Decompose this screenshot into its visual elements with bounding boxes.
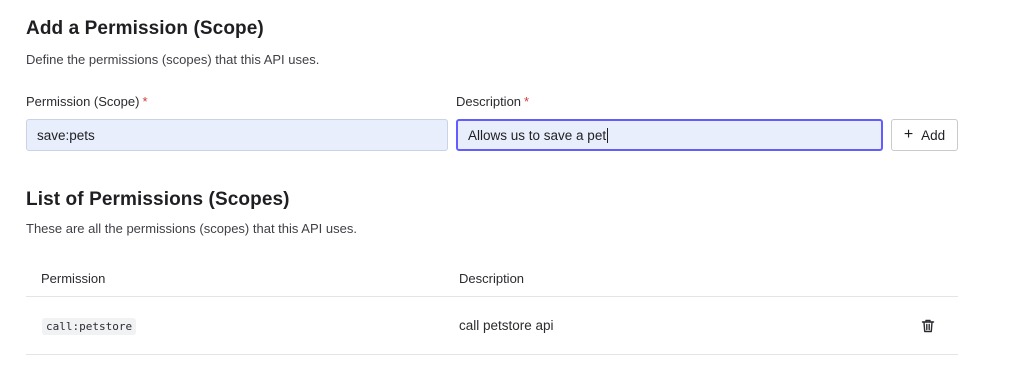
required-marker: * [142,94,148,109]
add-button[interactable]: + Add [891,119,958,151]
required-marker: * [524,94,530,109]
scope-label: Permission (Scope) * [26,94,148,109]
add-permission-title: Add a Permission (Scope) [26,18,264,39]
text-caret [607,127,609,143]
list-permissions-title: List of Permissions (Scopes) [26,189,290,210]
permission-description: call petstore api [459,318,554,333]
description-label: Description * [456,94,529,109]
plus-icon: + [903,126,914,143]
list-permissions-subtitle: These are all the permissions (scopes) t… [26,221,357,236]
scope-input-value: save:pets [37,127,95,143]
description-input-value: Allows us to save a pet [468,127,607,143]
table-header-divider [26,296,958,297]
trash-icon[interactable] [920,318,936,334]
permission-code-chip: call:petstore [42,318,137,335]
column-header-permission: Permission [41,271,106,286]
description-label-text: Description [456,94,522,109]
scope-label-text: Permission (Scope) [26,94,140,109]
column-header-description: Description [459,271,525,286]
add-button-label: Add [921,127,946,143]
table-row-divider [26,354,958,355]
add-permission-subtitle: Define the permissions (scopes) that thi… [26,52,320,67]
scope-input[interactable]: save:pets [26,119,448,151]
description-input[interactable]: Allows us to save a pet [456,119,883,151]
